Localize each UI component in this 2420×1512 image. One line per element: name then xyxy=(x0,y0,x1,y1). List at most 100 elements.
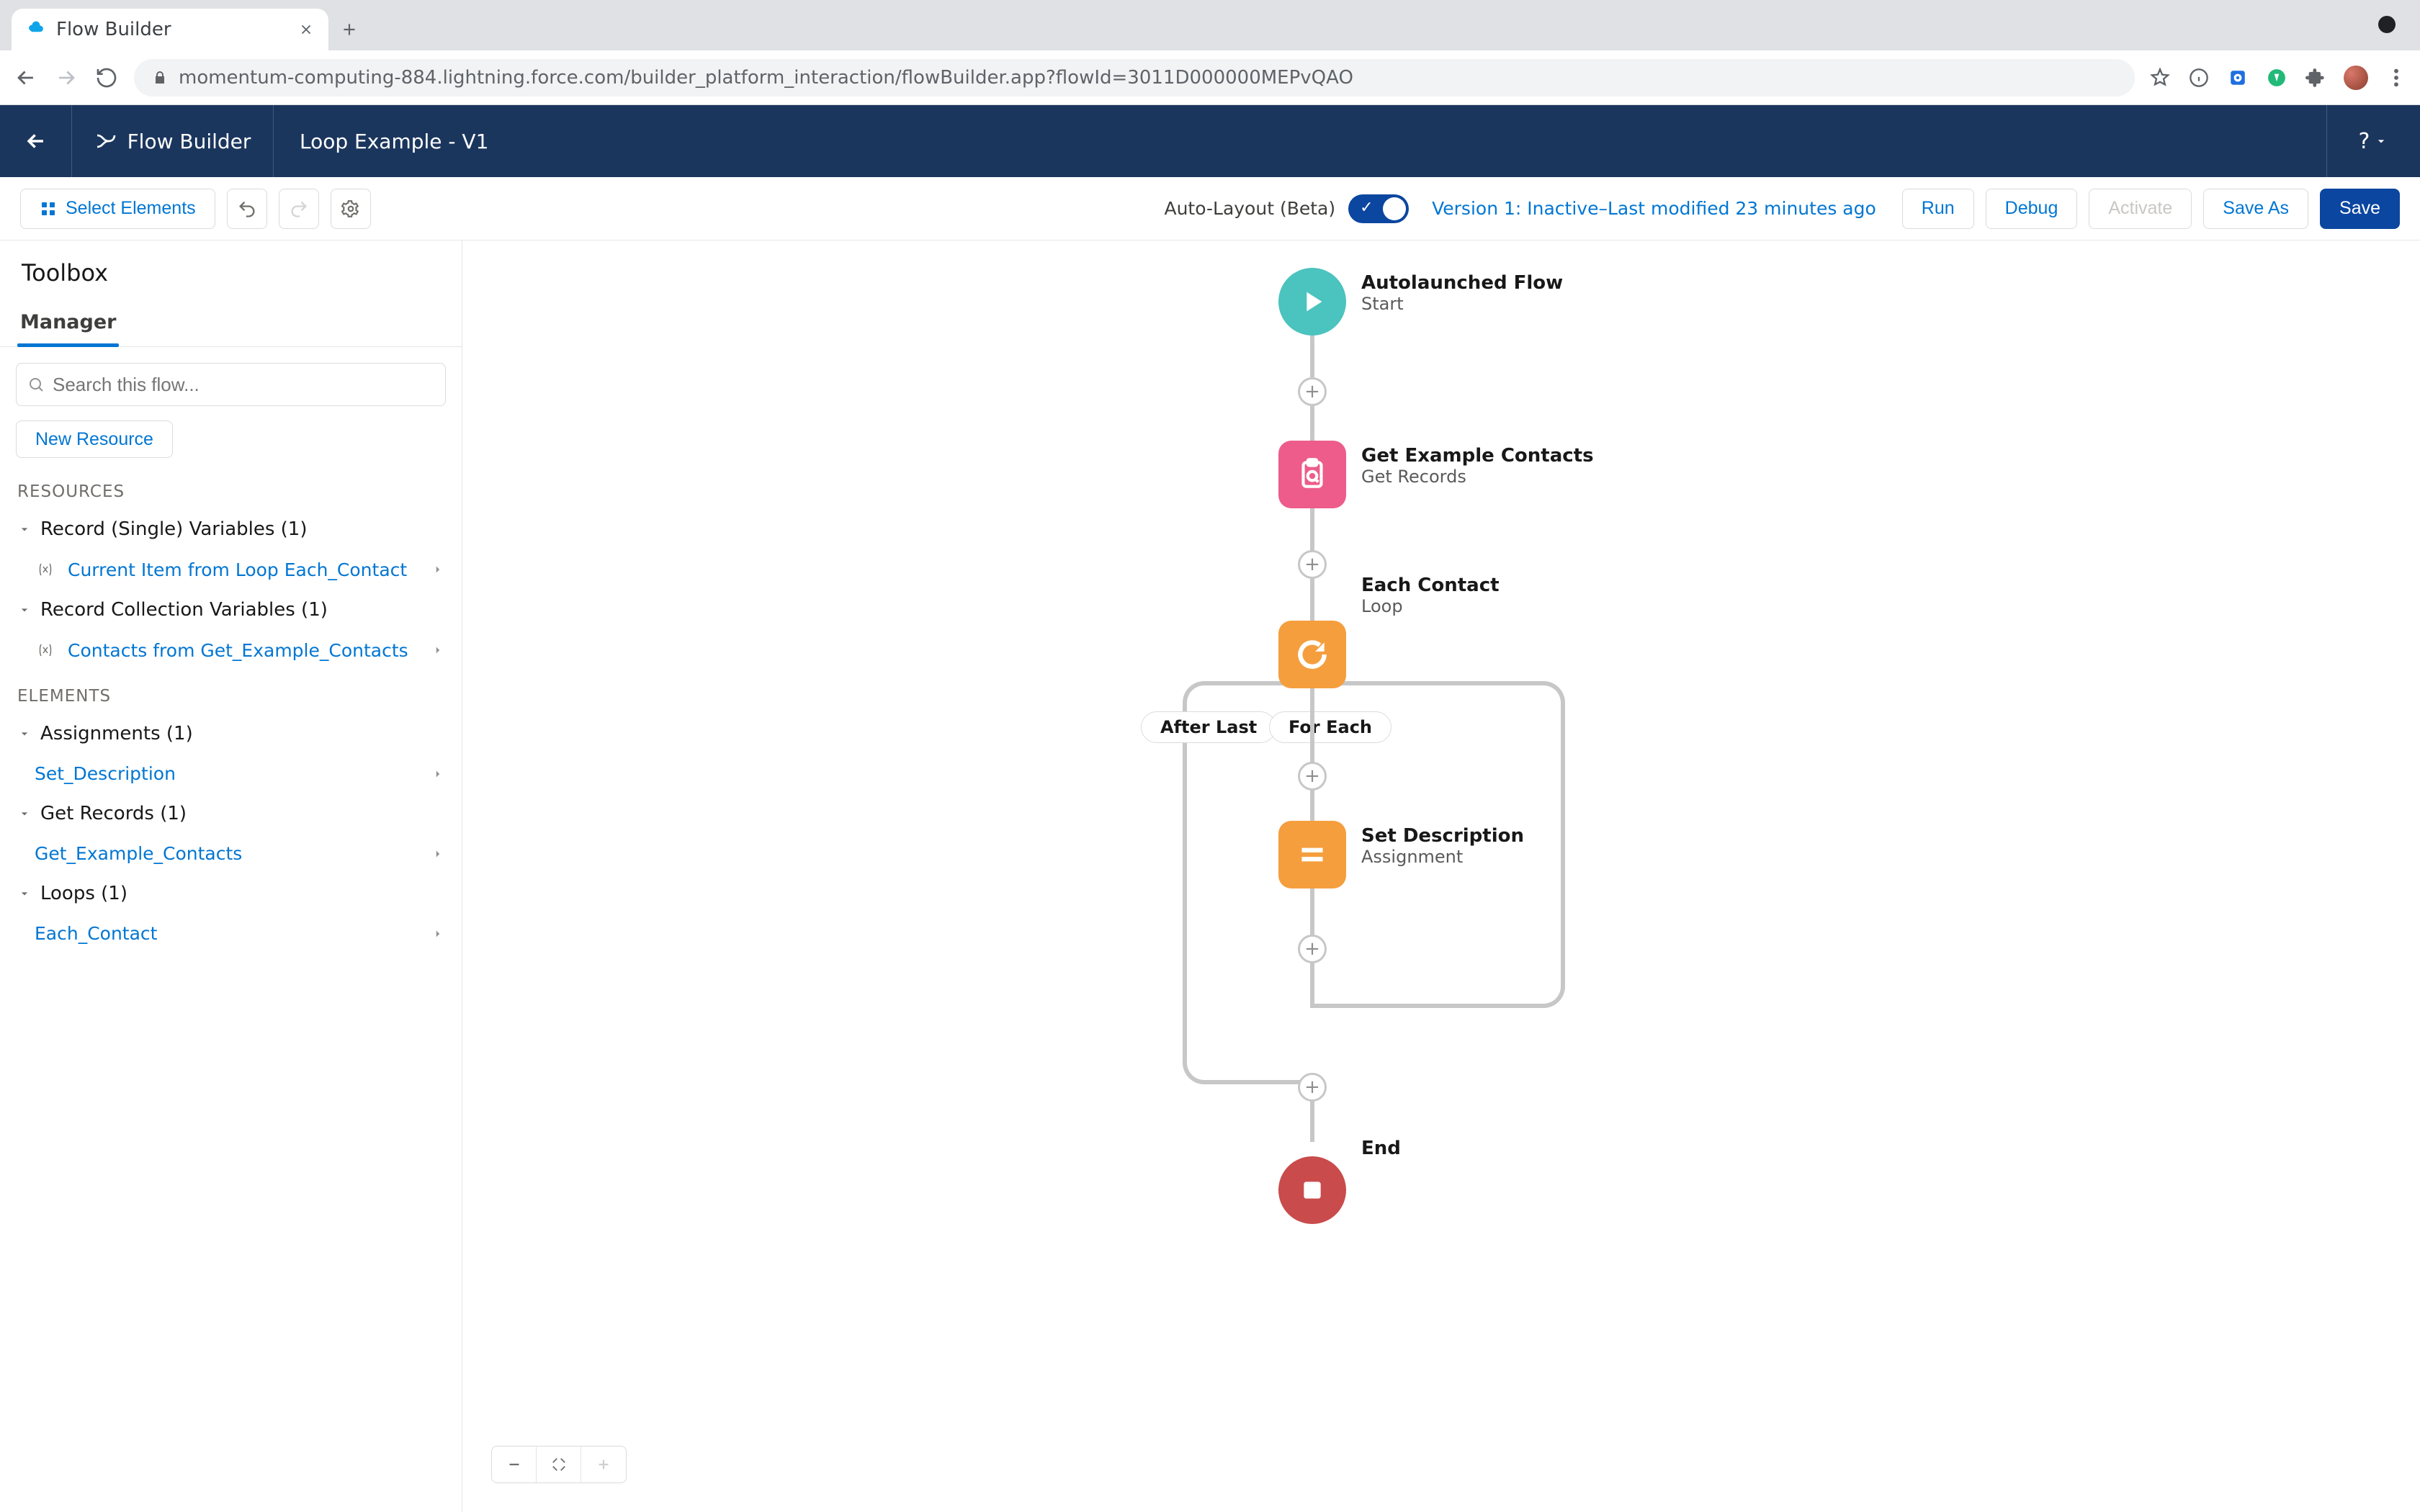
extension-blue-icon[interactable] xyxy=(2227,67,2249,89)
loop-title: Each Contact xyxy=(1361,575,1500,596)
extensions-icon[interactable] xyxy=(2305,67,2326,89)
variable-icon xyxy=(35,639,56,661)
item-get-example[interactable]: Get_Example_Contacts xyxy=(0,834,462,873)
help-menu[interactable]: ? xyxy=(2326,105,2420,177)
group-record-single-label: Record (Single) Variables (1) xyxy=(40,518,308,540)
zoom-out-button[interactable] xyxy=(492,1446,537,1482)
group-assignments[interactable]: Assignments (1) xyxy=(0,713,462,755)
add-element-button[interactable]: + xyxy=(1298,550,1327,579)
undo-button[interactable] xyxy=(227,189,267,229)
flow-builder-icon xyxy=(94,130,117,153)
group-get-records[interactable]: Get Records (1) xyxy=(0,793,462,834)
group-assignments-label: Assignments (1) xyxy=(40,723,193,744)
chevron-down-icon xyxy=(17,603,32,617)
search-input[interactable] xyxy=(16,363,446,406)
app-back-button[interactable] xyxy=(0,105,72,177)
node-start-label: Autolaunched Flow Start xyxy=(1361,272,1563,314)
node-get-records[interactable] xyxy=(1278,441,1346,508)
node-assignment[interactable] xyxy=(1278,821,1346,888)
pill-after-last: After Last xyxy=(1141,711,1276,743)
chevron-right-icon xyxy=(431,644,444,657)
node-loop[interactable] xyxy=(1278,621,1346,688)
activate-button: Activate xyxy=(2089,189,2192,229)
autolayout-label: Auto-Layout (Beta) xyxy=(1164,198,1335,219)
start-title: Autolaunched Flow xyxy=(1361,272,1563,294)
node-end[interactable] xyxy=(1278,1156,1346,1224)
tab-manager[interactable]: Manager xyxy=(17,301,119,346)
run-label: Run xyxy=(1922,198,1955,219)
browser-tab-active[interactable]: Flow Builder xyxy=(12,9,328,50)
add-element-button[interactable]: + xyxy=(1298,762,1327,791)
zoom-controls xyxy=(491,1446,627,1483)
node-get-records-label: Get Example Contacts Get Records xyxy=(1361,445,1594,487)
loop-subtitle: Loop xyxy=(1361,596,1500,616)
assign-subtitle: Assignment xyxy=(1361,847,1524,867)
salesforce-cloud-icon xyxy=(26,19,46,40)
group-record-collection[interactable]: Record Collection Variables (1) xyxy=(0,589,462,631)
save-as-button[interactable]: Save As xyxy=(2203,189,2308,229)
group-get-records-label: Get Records (1) xyxy=(40,803,187,824)
debug-button[interactable]: Debug xyxy=(1986,189,2078,229)
add-element-button[interactable]: + xyxy=(1298,1073,1327,1102)
variable-icon xyxy=(35,559,56,580)
item-set-description[interactable]: Set_Description xyxy=(0,755,462,793)
select-elements-button[interactable]: Select Elements xyxy=(20,189,215,229)
group-loops-label: Loops (1) xyxy=(40,883,127,904)
add-element-button[interactable]: + xyxy=(1298,377,1327,406)
node-start[interactable] xyxy=(1278,268,1346,336)
toolbox-title: Toolbox xyxy=(0,240,462,301)
node-assignment-label: Set Description Assignment xyxy=(1361,825,1524,867)
browser-window-control-icon[interactable] xyxy=(2378,16,2396,33)
item-current-item-label: Current Item from Loop Each_Contact xyxy=(68,559,407,580)
extension-green-icon[interactable] xyxy=(2266,67,2287,89)
browser-menu-icon[interactable] xyxy=(2385,67,2407,89)
close-tab-icon[interactable] xyxy=(298,22,314,37)
chevron-right-icon xyxy=(431,768,444,780)
chevron-right-icon xyxy=(431,927,444,940)
browser-reload-button[interactable] xyxy=(94,65,120,91)
version-status[interactable]: Version 1: Inactive–Last modified 23 min… xyxy=(1432,198,1876,219)
end-title: End xyxy=(1361,1138,1401,1159)
group-record-collection-label: Record Collection Variables (1) xyxy=(40,599,328,621)
star-icon[interactable] xyxy=(2149,67,2171,89)
chevron-down-icon xyxy=(17,886,32,901)
item-contacts-from[interactable]: Contacts from Get_Example_Contacts xyxy=(0,631,462,670)
flow-canvas[interactable]: Autolaunched Flow Start + Get Example Co… xyxy=(462,240,2420,1512)
browser-tab-title: Flow Builder xyxy=(56,19,288,40)
assign-title: Set Description xyxy=(1361,825,1524,847)
group-loops[interactable]: Loops (1) xyxy=(0,873,462,914)
app-title: Flow Builder xyxy=(72,105,274,177)
new-resource-button[interactable]: New Resource xyxy=(16,420,173,458)
getrec-subtitle: Get Records xyxy=(1361,467,1594,487)
pill-after-last-label: After Last xyxy=(1160,717,1257,737)
run-button[interactable]: Run xyxy=(1902,189,1974,229)
item-contacts-from-label: Contacts from Get_Example_Contacts xyxy=(68,640,408,661)
help-label: ? xyxy=(2359,129,2370,154)
info-icon[interactable] xyxy=(2188,67,2210,89)
new-resource-label: New Resource xyxy=(35,429,153,450)
new-tab-button[interactable] xyxy=(331,9,367,50)
save-button[interactable]: Save xyxy=(2320,189,2400,229)
search-icon xyxy=(27,376,45,393)
zoom-in-button[interactable] xyxy=(581,1446,626,1482)
chevron-right-icon xyxy=(431,847,444,860)
browser-back-button[interactable] xyxy=(13,65,39,91)
item-set-description-label: Set_Description xyxy=(35,763,176,784)
address-bar[interactable]: momentum-computing-884.lightning.force.c… xyxy=(134,59,2135,96)
item-current-item[interactable]: Current Item from Loop Each_Contact xyxy=(0,550,462,589)
flow-name: Loop Example - V1 xyxy=(274,105,2326,177)
item-each-contact[interactable]: Each_Contact xyxy=(0,914,462,953)
activate-label: Activate xyxy=(2108,198,2172,219)
redo-button xyxy=(279,189,319,229)
autolayout-toggle[interactable]: ✓ xyxy=(1348,194,1409,223)
profile-avatar[interactable] xyxy=(2344,66,2368,90)
pill-for-each-label: For Each xyxy=(1289,717,1372,737)
group-record-single[interactable]: Record (Single) Variables (1) xyxy=(0,508,462,550)
zoom-fit-button[interactable] xyxy=(537,1446,581,1482)
chevron-down-icon xyxy=(17,726,32,741)
chevron-right-icon xyxy=(431,563,444,576)
settings-button[interactable] xyxy=(331,189,371,229)
start-subtitle: Start xyxy=(1361,294,1563,314)
add-element-button[interactable]: + xyxy=(1298,935,1327,963)
select-elements-label: Select Elements xyxy=(66,198,196,219)
